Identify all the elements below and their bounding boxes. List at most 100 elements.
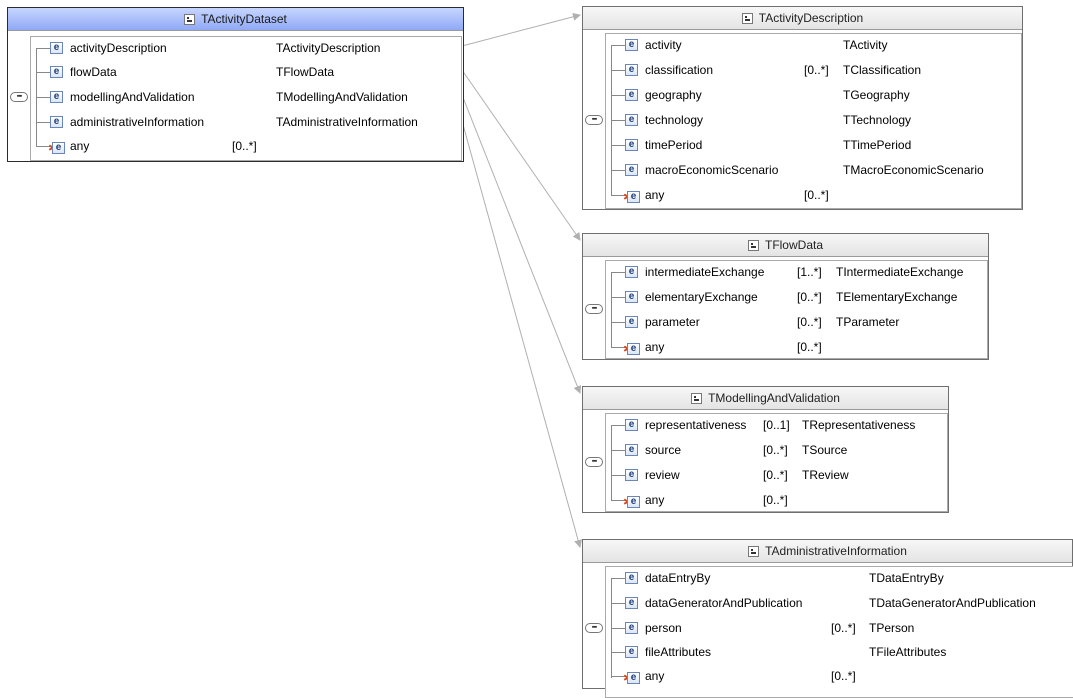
sequence-compositor-icon[interactable]: ▪▪▪ bbox=[10, 92, 28, 102]
element-row[interactable]: e person [0..*] TPerson bbox=[611, 616, 1071, 640]
sequence-compositor-icon[interactable]: ▪▪▪ bbox=[585, 115, 603, 125]
any-row[interactable]: ✱e any [0..*] bbox=[36, 134, 456, 158]
element-icon: e bbox=[50, 42, 63, 54]
element-name: dataGeneratorAndPublication bbox=[645, 596, 803, 610]
element-type: TTechnology bbox=[843, 113, 912, 127]
element-name: administrativeInformation bbox=[70, 115, 205, 129]
type-header[interactable]: TFlowData bbox=[583, 234, 988, 257]
element-row[interactable]: e flowData TFlowData bbox=[36, 60, 456, 84]
sequence-compositor-icon[interactable]: ▪▪▪ bbox=[585, 457, 603, 467]
type-title: TFlowData bbox=[764, 238, 823, 252]
element-name: activityDescription bbox=[70, 41, 167, 55]
complex-type-icon bbox=[184, 14, 196, 25]
any-wildcard-icon: ✱e bbox=[623, 187, 641, 204]
element-type: TTimePeriod bbox=[843, 138, 912, 152]
element-row[interactable]: e geography TGeography bbox=[611, 83, 1016, 107]
element-type: TGeography bbox=[843, 88, 910, 102]
type-header[interactable]: TActivityDescription bbox=[583, 7, 1022, 30]
type-title: TActivityDescription bbox=[758, 11, 864, 25]
element-row[interactable]: e classification [0..*] TClassification bbox=[611, 58, 1016, 82]
element-row[interactable]: e source [0..*] TSource bbox=[611, 438, 943, 462]
element-type: TClassification bbox=[843, 63, 922, 77]
element-row[interactable]: e elementaryExchange [0..*] TElementaryE… bbox=[611, 285, 983, 309]
element-name: person bbox=[645, 621, 682, 635]
element-row[interactable]: e dataEntryBy TDataEntryBy bbox=[611, 566, 1071, 590]
element-row[interactable]: e parameter [0..*] TParameter bbox=[611, 310, 983, 334]
element-type: TReview bbox=[802, 468, 849, 482]
element-name: timePeriod bbox=[645, 138, 703, 152]
element-icon: e bbox=[50, 116, 63, 128]
type-header[interactable]: TAdministrativeInformation bbox=[583, 540, 1072, 563]
element-row[interactable]: e macroEconomicScenario TMacroEconomicSc… bbox=[611, 158, 1016, 182]
any-wildcard-icon: ✱e bbox=[623, 339, 641, 356]
any-wildcard-icon: ✱e bbox=[48, 138, 66, 155]
element-row[interactable]: e fileAttributes TFileAttributes bbox=[611, 640, 1071, 664]
element-name: elementaryExchange bbox=[645, 290, 758, 304]
any-row[interactable]: ✱e any [0..*] bbox=[611, 664, 1071, 688]
type-box-tactivitydataset[interactable]: TActivityDataset ▪▪▪ e activityDescripti… bbox=[7, 7, 464, 162]
element-row[interactable]: e dataGeneratorAndPublication TDataGener… bbox=[611, 591, 1071, 615]
element-icon: e bbox=[625, 291, 638, 303]
type-box-tadministrativeinformation[interactable]: TAdministrativeInformation ▪▪▪ e dataEnt… bbox=[582, 539, 1073, 698]
element-name: any bbox=[645, 669, 665, 683]
complex-type-icon bbox=[691, 393, 703, 404]
sequence-compositor-icon[interactable]: ▪▪▪ bbox=[585, 623, 603, 633]
any-row[interactable]: ✱e any [0..*] bbox=[611, 335, 983, 359]
type-box-tflowdata[interactable]: TFlowData ▪▪▪ e intermediateExchange [1.… bbox=[582, 233, 989, 360]
connector-modelling bbox=[461, 94, 582, 394]
element-name: parameter bbox=[645, 315, 700, 329]
element-cardinality: [0..1] bbox=[763, 418, 790, 432]
element-icon: e bbox=[625, 114, 638, 126]
element-type: TMacroEconomicScenario bbox=[843, 163, 984, 177]
element-icon: e bbox=[625, 64, 638, 76]
element-cardinality: [0..*] bbox=[763, 443, 788, 457]
type-header[interactable]: TModellingAndValidation bbox=[583, 387, 948, 410]
element-icon: e bbox=[625, 646, 638, 658]
element-name: dataEntryBy bbox=[645, 571, 711, 585]
element-type: TFileAttributes bbox=[869, 645, 947, 659]
element-type: TElementaryExchange bbox=[836, 290, 958, 304]
element-row[interactable]: e modellingAndValidation TModellingAndVa… bbox=[36, 85, 456, 109]
element-row[interactable]: e representativeness [0..1] TRepresentat… bbox=[611, 413, 943, 437]
element-name: modellingAndValidation bbox=[70, 90, 195, 104]
element-cardinality: [0..*] bbox=[232, 139, 257, 153]
sequence-compositor-icon[interactable]: ▪▪▪ bbox=[585, 304, 603, 314]
any-row[interactable]: ✱e any [0..*] bbox=[611, 183, 1016, 207]
element-name: activity bbox=[645, 38, 682, 52]
element-row[interactable]: e timePeriod TTimePeriod bbox=[611, 133, 1016, 157]
element-name: geography bbox=[645, 88, 702, 102]
element-row[interactable]: e technology TTechnology bbox=[611, 108, 1016, 132]
element-cardinality: [0..*] bbox=[763, 493, 788, 507]
element-cardinality: [0..*] bbox=[804, 63, 829, 77]
element-name: any bbox=[70, 139, 90, 153]
type-header[interactable]: TActivityDataset bbox=[8, 8, 463, 31]
any-row[interactable]: ✱e any [0..*] bbox=[611, 488, 943, 512]
element-icon: e bbox=[625, 39, 638, 51]
element-cardinality: [0..*] bbox=[797, 315, 822, 329]
element-row[interactable]: e activityDescription TActivityDescripti… bbox=[36, 36, 456, 60]
element-type: TDataGeneratorAndPublication bbox=[869, 596, 1036, 610]
element-name: review bbox=[645, 468, 680, 482]
any-wildcard-icon: ✱e bbox=[623, 668, 641, 685]
element-row[interactable]: e activity TActivity bbox=[611, 33, 1016, 57]
element-name: flowData bbox=[70, 65, 117, 79]
type-box-tactivitydescription[interactable]: TActivityDescription ▪▪▪ e activity TAct… bbox=[582, 6, 1023, 210]
connector-administrative bbox=[461, 120, 582, 548]
element-row[interactable]: e review [0..*] TReview bbox=[611, 463, 943, 487]
element-row[interactable]: e administrativeInformation TAdministrat… bbox=[36, 110, 456, 134]
element-cardinality: [0..*] bbox=[831, 669, 856, 683]
element-icon: e bbox=[50, 66, 63, 78]
element-name: intermediateExchange bbox=[645, 265, 765, 279]
element-type: TAdministrativeInformation bbox=[276, 115, 418, 129]
element-row[interactable]: e intermediateExchange [1..*] TIntermedi… bbox=[611, 260, 983, 284]
connector-activityDescription bbox=[461, 12, 581, 47]
element-icon: e bbox=[625, 89, 638, 101]
element-name: technology bbox=[645, 113, 704, 127]
element-icon: e bbox=[625, 316, 638, 328]
element-name: any bbox=[645, 340, 665, 354]
element-cardinality: [0..*] bbox=[797, 290, 822, 304]
complex-type-icon bbox=[747, 240, 759, 251]
element-type: TParameter bbox=[836, 315, 900, 329]
element-icon: e bbox=[625, 444, 638, 456]
type-box-tmodellingandvalidation[interactable]: TModellingAndValidation ▪▪▪ e representa… bbox=[582, 386, 949, 513]
